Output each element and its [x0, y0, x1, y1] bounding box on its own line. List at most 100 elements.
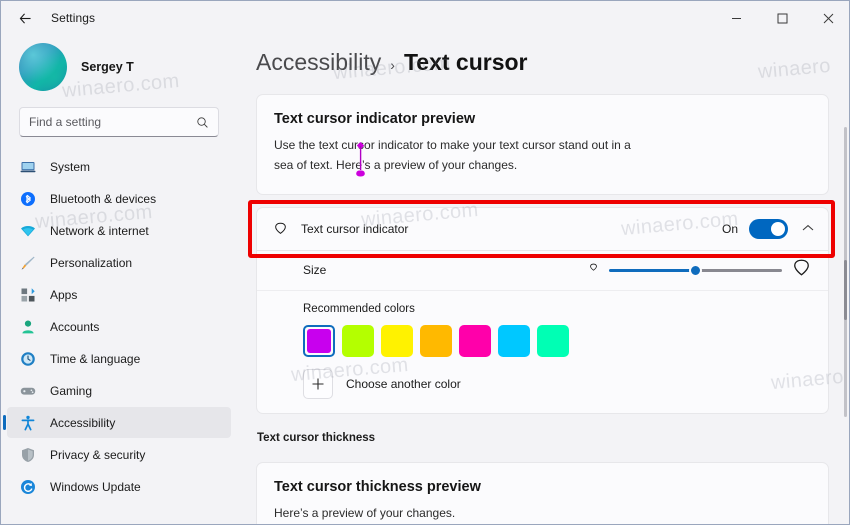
- swatch-fill: [498, 324, 530, 357]
- sidebar-item-label: Personalization: [50, 255, 133, 270]
- search-icon: [197, 116, 208, 128]
- minimize-button[interactable]: [713, 1, 759, 35]
- maximize-button[interactable]: [759, 1, 805, 35]
- size-slider-group: [587, 257, 812, 283]
- sidebar-item-time-language[interactable]: Time & language: [7, 343, 231, 374]
- text-cursor-indicator-toggle[interactable]: [749, 218, 788, 239]
- color-swatch-list: [303, 324, 812, 357]
- swatch-fill: [459, 324, 491, 357]
- choose-another-color-button[interactable]: [303, 368, 333, 399]
- sidebar: Sergey T System: [1, 35, 237, 524]
- privacy-security-icon: [19, 446, 37, 464]
- time-language-icon: [19, 350, 37, 368]
- breadcrumb: Accessibility › Text cursor: [237, 35, 849, 76]
- sidebar-item-apps[interactable]: Apps: [7, 279, 231, 310]
- back-arrow-icon: [19, 12, 31, 24]
- size-label: Size: [303, 263, 327, 278]
- color-swatch-violet[interactable]: [303, 324, 335, 357]
- bluetooth-icon: [19, 190, 37, 208]
- title-bar: Settings: [1, 1, 849, 35]
- recommended-colors-title: Recommended colors: [303, 302, 415, 315]
- avatar[interactable]: [19, 43, 67, 91]
- sidebar-item-label: Apps: [50, 287, 78, 302]
- sidebar-item-label: Accounts: [50, 319, 100, 334]
- toggle-state-label: On: [721, 221, 738, 236]
- maximize-icon: [777, 13, 787, 23]
- swatch-fill: [537, 324, 569, 357]
- text-cursor-indicator-icon: [272, 220, 294, 237]
- preview-body: Use the text cursor indicator to make yo…: [274, 136, 634, 177]
- text-cursor-thickness-preview-card: Text cursor thickness preview Here’s a p…: [256, 461, 829, 524]
- network-icon: [19, 222, 37, 240]
- sidebar-item-bluetooth-devices[interactable]: Bluetooth & devices: [7, 183, 231, 214]
- window-title: Settings: [51, 11, 96, 25]
- preview-body-text: Use the text cursor indicator to make yo…: [274, 138, 631, 172]
- main-scrollbar[interactable]: [844, 75, 847, 524]
- sidebar-item-accessibility[interactable]: Accessibility: [3, 407, 231, 438]
- swatch-fill: [342, 324, 374, 357]
- choose-another-color-row: Choose another color: [303, 368, 812, 399]
- sidebar-item-label: Bluetooth & devices: [50, 191, 157, 206]
- page-title: Text cursor: [403, 49, 528, 75]
- size-slider[interactable]: [609, 263, 782, 277]
- profile-section[interactable]: Sergey T: [1, 35, 237, 91]
- row-label: Text cursor indicator: [301, 221, 409, 236]
- sidebar-item-system[interactable]: System: [7, 151, 231, 182]
- close-button[interactable]: [805, 1, 849, 35]
- slider-thumb[interactable]: [689, 263, 702, 277]
- color-swatch-magenta[interactable]: [459, 324, 491, 357]
- color-swatch-cyan[interactable]: [498, 324, 530, 357]
- close-icon: [823, 13, 833, 23]
- back-button[interactable]: [9, 2, 41, 34]
- sidebar-item-personalization[interactable]: Personalization: [7, 247, 231, 278]
- text-cursor-indicator-preview-card: Text cursor indicator preview Use the te…: [256, 94, 829, 195]
- sidebar-item-label: Time & language: [50, 351, 141, 366]
- sidebar-item-label: System: [50, 159, 91, 174]
- breadcrumb-separator: ›: [390, 57, 395, 73]
- sidebar-item-label: Privacy & security: [50, 447, 146, 462]
- size-row: Size: [257, 251, 828, 291]
- sidebar-item-accounts[interactable]: Accounts: [7, 311, 231, 342]
- sidebar-item-label: Gaming: [50, 383, 93, 398]
- chevron-up-icon[interactable]: [801, 223, 815, 235]
- minimize-icon: [731, 17, 741, 19]
- color-swatch-spring-green[interactable]: [537, 324, 569, 357]
- sidebar-item-privacy-security[interactable]: Privacy & security: [7, 439, 231, 470]
- thickness-preview-heading: Text cursor thickness preview: [274, 478, 481, 495]
- sidebar-item-label: Network & internet: [50, 223, 149, 238]
- windows-update-icon: [19, 478, 37, 496]
- sidebar-item-label: Accessibility: [50, 415, 116, 430]
- text-cursor-indicator-row[interactable]: Text cursor indicator On: [256, 206, 829, 251]
- search-section: [1, 91, 237, 137]
- sidebar-item-network-internet[interactable]: Network & internet: [7, 215, 231, 246]
- sidebar-nav: System Bluetooth & devices Network & int…: [1, 151, 237, 502]
- text-cursor-indicator-expander: Text cursor indicator On Size Recommende…: [248, 199, 835, 414]
- swatch-fill: [420, 324, 452, 357]
- thickness-preview-body: Here’s a preview of your changes.: [274, 505, 456, 520]
- sidebar-item-gaming[interactable]: Gaming: [7, 375, 231, 406]
- swatch-fill: [381, 324, 413, 357]
- indicator-options-panel: Size Recommended colors Choose another c…: [256, 250, 829, 414]
- color-swatch-lime[interactable]: [342, 324, 374, 357]
- preview-heading: Text cursor indicator preview: [274, 111, 476, 127]
- color-swatch-yellow[interactable]: [381, 324, 413, 357]
- text-cursor-thickness-section-title: Text cursor thickness: [257, 431, 376, 444]
- breadcrumb-parent[interactable]: Accessibility: [256, 49, 381, 76]
- slider-remaining-track: [695, 268, 782, 272]
- settings-window: Settings Sergey T Find a setting System …: [0, 0, 850, 525]
- recommended-colors-block: Recommended colors Choose another color: [257, 291, 828, 413]
- apps-icon: [19, 286, 37, 304]
- accounts-icon: [19, 318, 37, 336]
- personalization-icon: [19, 254, 37, 272]
- main-content: Accessibility › Text cursor Text cursor …: [237, 35, 849, 524]
- gaming-icon: [19, 382, 37, 400]
- sidebar-item-windows-update[interactable]: Windows Update: [7, 471, 231, 502]
- slider-filled-track: [609, 268, 696, 272]
- search-box[interactable]: [19, 107, 219, 137]
- accessibility-icon: [19, 414, 37, 432]
- profile-name: Sergey T: [81, 60, 134, 74]
- scrollbar-thumb[interactable]: [844, 260, 847, 320]
- color-swatch-amber[interactable]: [420, 324, 452, 357]
- search-input[interactable]: [29, 115, 196, 129]
- plus-icon: [312, 378, 324, 390]
